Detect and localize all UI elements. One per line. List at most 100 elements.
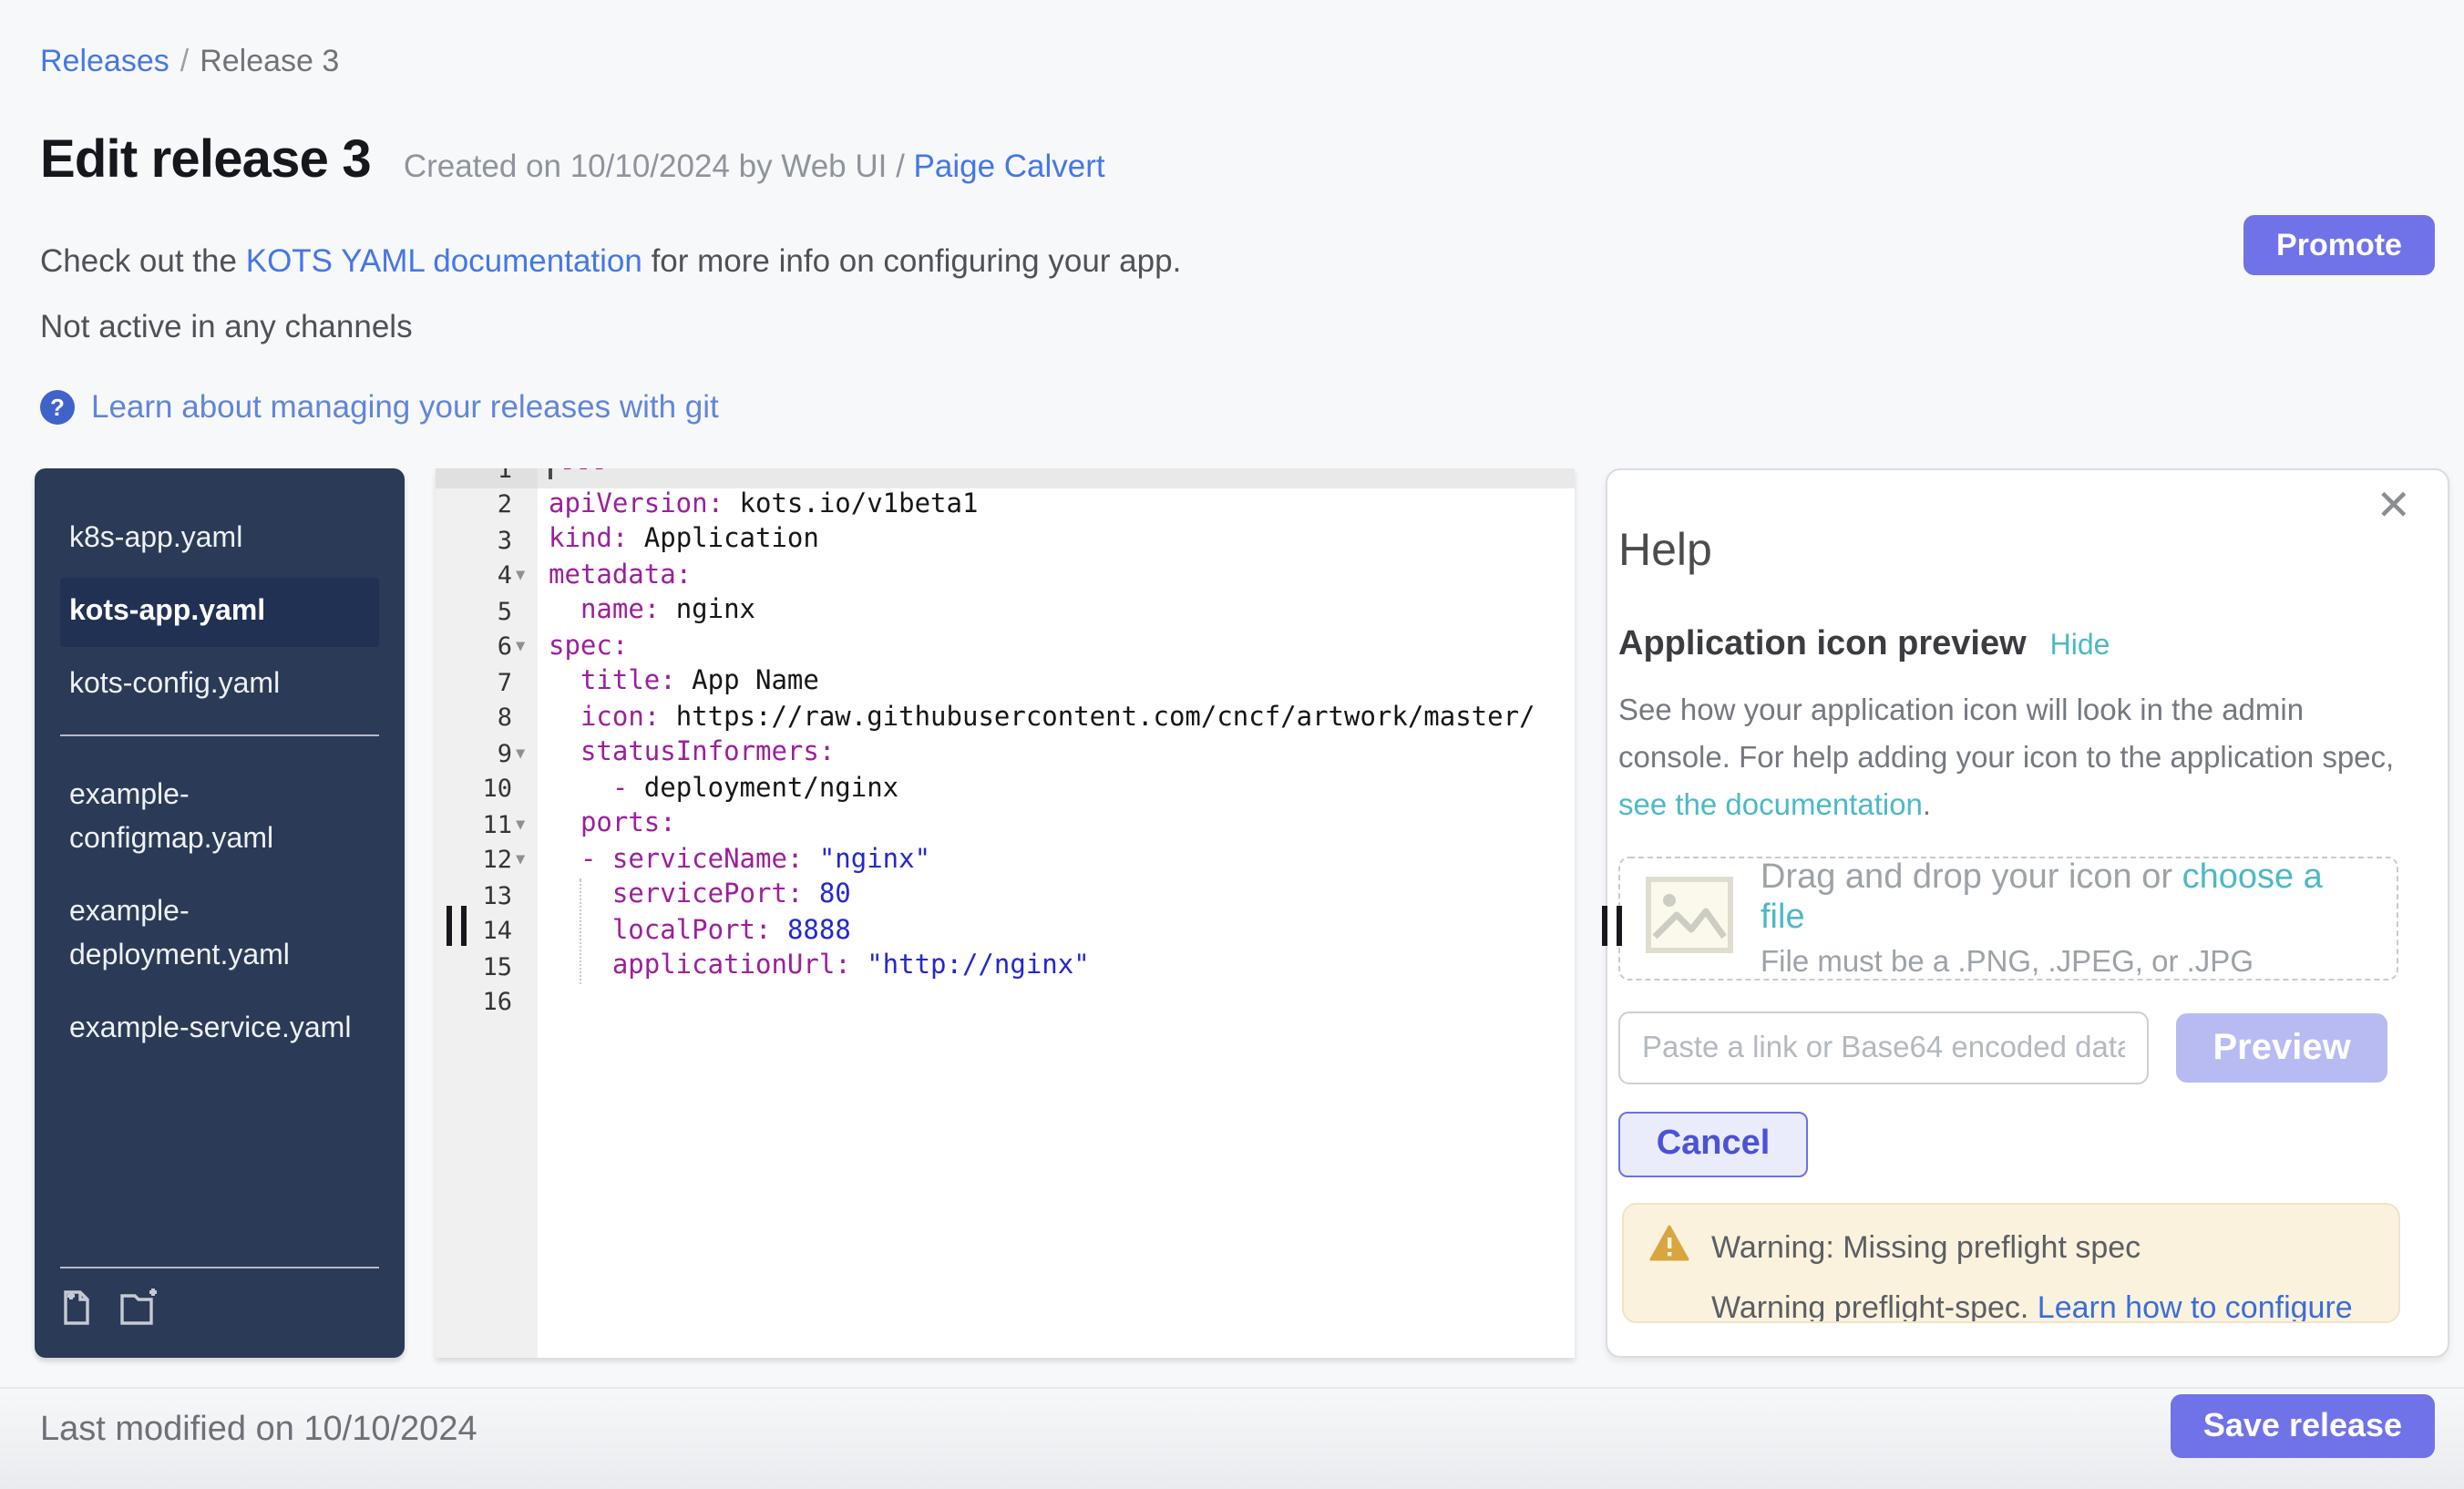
code-line[interactable]: 13 servicePort: 80 <box>436 878 1575 914</box>
example-file-list: example-configmap.yamlexample-deployment… <box>35 751 405 1064</box>
code-line-content: ports: <box>538 807 1575 843</box>
code-line[interactable]: 10 - deployment/nginx <box>436 772 1575 807</box>
code-line[interactable]: 3kind: Application <box>436 523 1575 559</box>
yaml-editor[interactable]: 1---2apiVersion: kots.io/v1beta13kind: A… <box>436 468 1575 1358</box>
code-line-content: - serviceName: "nginx" <box>538 843 1575 878</box>
code-line[interactable]: 15 applicationUrl: "http://nginx" <box>436 950 1575 985</box>
release-editor-screen: Releases / Release 3 Edit release 3 Create… <box>0 0 2464 1489</box>
last-modified-text: Last modified on 10/10/2024 <box>40 1411 477 1451</box>
promote-button[interactable]: Promote <box>2243 215 2435 275</box>
code-line-content: servicePort: 80 <box>538 878 1575 914</box>
close-icon[interactable]: ✕ <box>2376 485 2411 527</box>
warning-title: Warning: Missing preflight spec <box>1711 1229 2141 1266</box>
icon-preview-section-title: Application icon preview <box>1618 625 2027 665</box>
fold-arrow-icon[interactable]: ▼ <box>512 852 532 870</box>
fold-arrow-icon[interactable]: ▼ <box>512 745 532 764</box>
file-tree-item[interactable]: example-deployment.yaml <box>60 878 379 991</box>
code-line[interactable]: 8 icon: https://raw.githubusercontent.co… <box>436 701 1575 736</box>
help-panel-resize-handle[interactable] <box>1602 906 1624 946</box>
code-line-content: localPort: 8888 <box>538 914 1575 950</box>
line-number: 11▼ <box>436 807 538 843</box>
dropzone-hint: File must be a .PNG, .JPEG, or .JPG <box>1761 945 2371 980</box>
code-line-content: icon: https://raw.githubusercontent.com/… <box>538 701 1575 736</box>
line-number: 12▼ <box>436 843 538 878</box>
fold-arrow-icon[interactable]: ▼ <box>512 639 532 657</box>
sidebar-resize-handle[interactable] <box>447 906 468 946</box>
icon-url-input[interactable] <box>1618 1011 2149 1084</box>
file-tree-item[interactable]: kots-app.yaml <box>60 578 379 647</box>
code-line[interactable]: 5 name: nginx <box>436 594 1575 630</box>
line-number: 4▼ <box>436 559 538 594</box>
code-line-content: spec: <box>538 630 1575 665</box>
doc-prefix: Check out the <box>40 242 246 279</box>
code-line[interactable]: 12▼ - serviceName: "nginx" <box>436 843 1575 878</box>
code-line[interactable]: 7 title: App Name <box>436 665 1575 701</box>
sidebar-footer-divider <box>60 1267 379 1268</box>
help-panel: ✕ Help Application icon preview Hide See… <box>1606 468 2449 1358</box>
code-line[interactable]: 6▼spec: <box>436 630 1575 665</box>
preview-button[interactable]: Preview <box>2176 1013 2387 1083</box>
cancel-button[interactable]: Cancel <box>1618 1112 1808 1177</box>
line-number: 1 <box>436 468 538 488</box>
code-line[interactable]: 1--- <box>436 468 1575 488</box>
hide-link[interactable]: Hide <box>2050 631 2110 663</box>
created-by-link[interactable]: Paige Calvert <box>914 148 1105 184</box>
breadcrumb: Releases / Release 3 <box>40 44 339 80</box>
line-number: 2 <box>436 488 538 523</box>
code-line-content: apiVersion: kots.io/v1beta1 <box>538 488 1575 523</box>
indent-guide <box>580 878 581 984</box>
code-lines: 1---2apiVersion: kots.io/v1beta13kind: A… <box>436 468 1575 1021</box>
line-number: 8 <box>436 701 538 736</box>
breadcrumb-current: Release 3 <box>200 44 339 78</box>
kots-yaml-doc-link[interactable]: KOTS YAML documentation <box>246 242 642 279</box>
fold-arrow-icon[interactable]: ▼ <box>512 816 532 835</box>
save-release-button[interactable]: Save release <box>2171 1394 2435 1458</box>
file-tree-item[interactable]: example-service.yaml <box>60 995 379 1064</box>
see-documentation-link[interactable]: see the documentation <box>1618 789 1923 822</box>
preflight-warning-box: Warning: Missing preflight spec Warning … <box>1622 1203 2400 1323</box>
sidebar-footer <box>35 1250 405 1358</box>
add-file-icon[interactable] <box>60 1287 97 1336</box>
file-tree-item[interactable]: kots-config.yaml <box>60 651 379 720</box>
dropzone-prompt-text: Drag and drop your icon or <box>1761 857 2182 896</box>
fold-arrow-icon[interactable]: ▼ <box>512 568 532 586</box>
breadcrumb-releases-link[interactable]: Releases <box>40 44 169 78</box>
code-line-content <box>538 985 1575 1021</box>
line-number: 7 <box>436 665 538 701</box>
line-number: 3 <box>436 523 538 559</box>
code-line[interactable]: 2apiVersion: kots.io/v1beta1 <box>436 488 1575 523</box>
file-tree-item[interactable]: k8s-app.yaml <box>60 505 379 574</box>
line-number: 10 <box>436 772 538 807</box>
icon-dropzone[interactable]: Drag and drop your icon or choose a file… <box>1618 857 2398 981</box>
text-cursor <box>549 468 552 479</box>
warning-body-text: Warning preflight-spec. <box>1711 1290 2038 1323</box>
code-line-content: kind: Application <box>538 523 1575 559</box>
footer-divider <box>0 1387 2464 1389</box>
code-line-content: metadata: <box>538 559 1575 594</box>
created-text: Created on 10/10/2024 by Web UI / <box>404 148 914 184</box>
created-subtitle: Created on 10/10/2024 by Web UI / Paige … <box>404 148 1105 186</box>
file-tree-item[interactable]: example-configmap.yaml <box>60 762 379 875</box>
code-line[interactable]: 16 <box>436 985 1575 1021</box>
code-line[interactable]: 4▼metadata: <box>436 559 1575 594</box>
title-bar: Edit release 3 Created on 10/10/2024 by … <box>40 131 1105 191</box>
doc-suffix: for more info on configuring your app. <box>642 242 1181 279</box>
line-number: 15 <box>436 950 538 985</box>
git-releases-link[interactable]: Learn about managing your releases with … <box>91 388 719 426</box>
file-tree-sidebar: k8s-app.yamlkots-app.yamlkots-config.yam… <box>35 468 405 1358</box>
warning-triangle-icon <box>1649 1225 1689 1270</box>
code-line-content: - deployment/nginx <box>538 772 1575 807</box>
breadcrumb-separator: / <box>180 44 189 78</box>
git-help-row: ? Learn about managing your releases wit… <box>40 388 719 426</box>
code-line[interactable]: 9▼ statusInformers: <box>436 736 1575 772</box>
help-panel-title: Help <box>1618 525 2387 578</box>
channel-status: Not active in any channels <box>40 308 413 346</box>
description-suffix: . <box>1923 789 1931 822</box>
add-folder-icon[interactable] <box>118 1287 162 1336</box>
code-line[interactable]: 11▼ ports: <box>436 807 1575 843</box>
learn-how-to-configure-link[interactable]: Learn how to configure <box>2038 1290 2353 1323</box>
doc-hint-line: Check out the KOTS YAML documentation fo… <box>40 242 1181 281</box>
page-title: Edit release 3 <box>40 131 371 191</box>
code-line-content: name: nginx <box>538 594 1575 630</box>
code-line[interactable]: 14 localPort: 8888 <box>436 914 1575 950</box>
